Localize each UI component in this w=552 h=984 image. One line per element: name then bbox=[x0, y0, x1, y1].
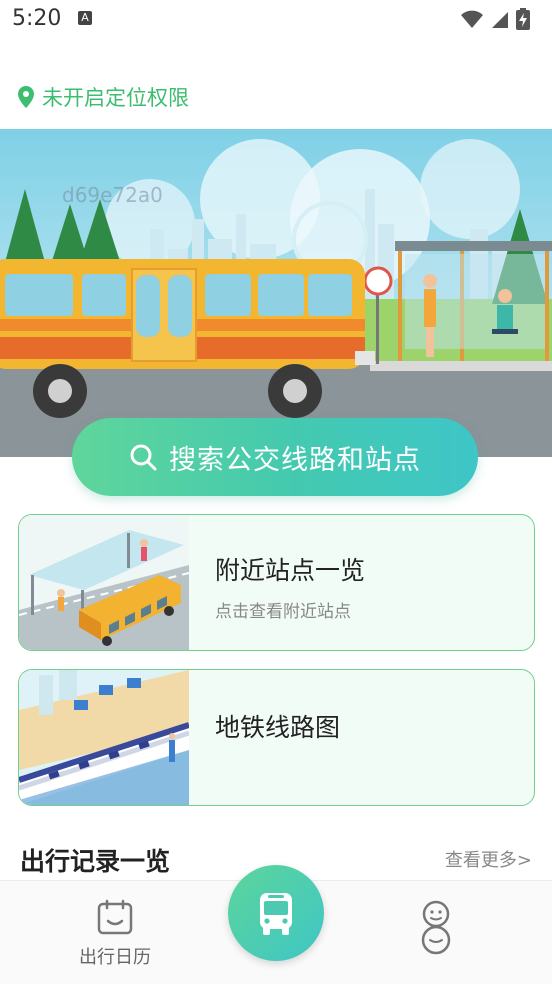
nav-travel-calendar-label: 出行日历 bbox=[79, 947, 151, 968]
subway-illustration bbox=[19, 670, 189, 805]
nearby-stops-subtitle: 点击查看附近站点 bbox=[215, 602, 351, 622]
nav-travel-calendar[interactable]: 出行日历 bbox=[70, 899, 160, 969]
location-status-text: 未开启定位权限 bbox=[42, 86, 189, 110]
wifi-icon bbox=[461, 10, 483, 28]
status-icons bbox=[460, 8, 530, 30]
status-time: 5:20 bbox=[12, 6, 62, 31]
travel-records-title: 出行记录一览 bbox=[20, 847, 171, 876]
location-permission[interactable]: 未开启定位权限 bbox=[18, 82, 189, 112]
snowman-icon bbox=[421, 900, 451, 955]
bus-stop-illustration bbox=[0, 129, 552, 457]
subway-map-title: 地铁线路图 bbox=[215, 713, 341, 742]
nearby-stops-card[interactable]: 附近站点一览 点击查看附近站点 bbox=[18, 514, 535, 651]
hero-watermark-id: d69e72a0 bbox=[62, 183, 163, 207]
signal-icon bbox=[492, 12, 508, 28]
search-button-label: 搜索公交线路和站点 bbox=[169, 444, 421, 476]
calendar-icon bbox=[97, 899, 133, 935]
hero-banner: d69e72a0 bbox=[0, 129, 552, 457]
subway-map-card[interactable]: 地铁线路图 bbox=[18, 669, 535, 806]
bus-icon bbox=[260, 893, 292, 935]
nearby-stops-title: 附近站点一览 bbox=[215, 556, 366, 585]
status-bar: 5:20 A bbox=[0, 0, 552, 40]
search-icon bbox=[130, 444, 157, 471]
battery-charging-icon bbox=[516, 8, 530, 30]
nav-bus-button[interactable] bbox=[228, 865, 324, 961]
location-pin-icon bbox=[18, 86, 34, 108]
view-more-link[interactable]: 查看更多> bbox=[445, 846, 532, 872]
search-button[interactable]: 搜索公交线路和站点 bbox=[72, 418, 478, 496]
bus-station-illustration bbox=[19, 515, 189, 650]
a-badge-icon: A bbox=[78, 11, 92, 25]
bottom-nav: 出行日历 bbox=[0, 865, 552, 984]
nav-profile[interactable] bbox=[414, 899, 460, 959]
